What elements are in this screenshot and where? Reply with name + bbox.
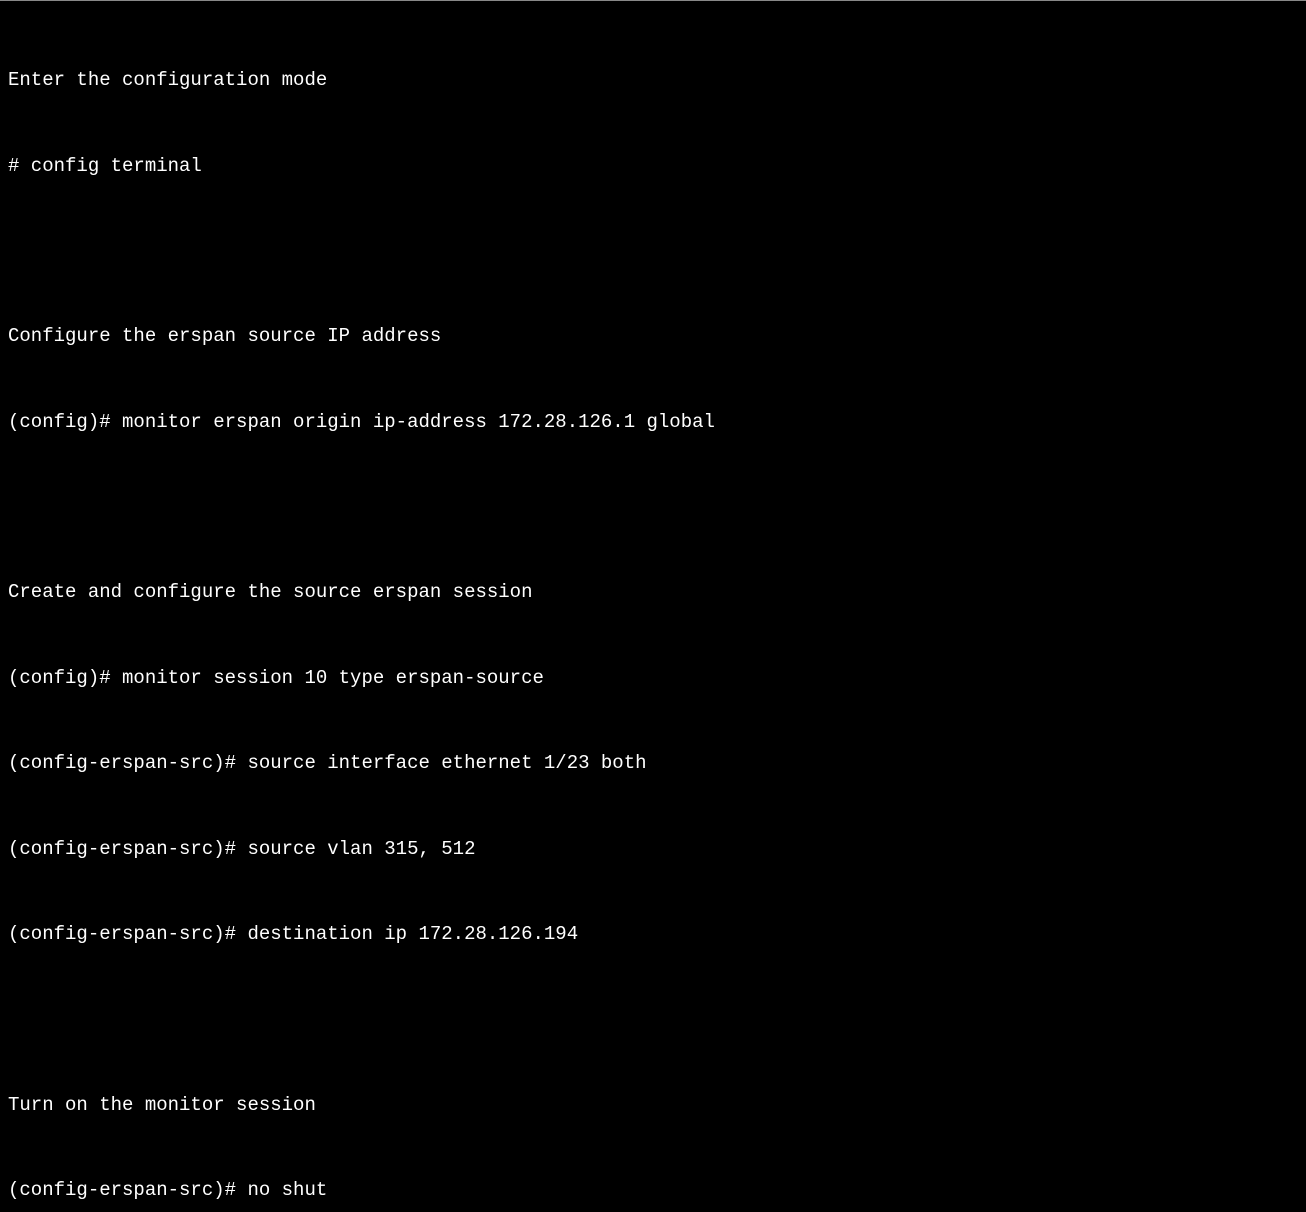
terminal-line: Turn on the monitor session: [8, 1091, 1298, 1120]
terminal-line: [8, 1006, 1298, 1034]
terminal-line: (config)# monitor session 10 type erspan…: [8, 664, 1298, 693]
terminal-output[interactable]: Enter the configuration mode # config te…: [8, 9, 1298, 1212]
terminal-line: (config-erspan-src)# source interface et…: [8, 749, 1298, 778]
terminal-line: # config terminal: [8, 152, 1298, 181]
terminal-line: [8, 237, 1298, 265]
terminal-line: Create and configure the source erspan s…: [8, 578, 1298, 607]
terminal-line: [8, 493, 1298, 521]
terminal-line: (config)# monitor erspan origin ip-addre…: [8, 408, 1298, 437]
terminal-line: Enter the configuration mode: [8, 66, 1298, 95]
terminal-line: (config-erspan-src)# source vlan 315, 51…: [8, 835, 1298, 864]
terminal-line: (config-erspan-src)# destination ip 172.…: [8, 920, 1298, 949]
terminal-line: (config-erspan-src)# no shut: [8, 1176, 1298, 1205]
terminal-line: Configure the erspan source IP address: [8, 322, 1298, 351]
